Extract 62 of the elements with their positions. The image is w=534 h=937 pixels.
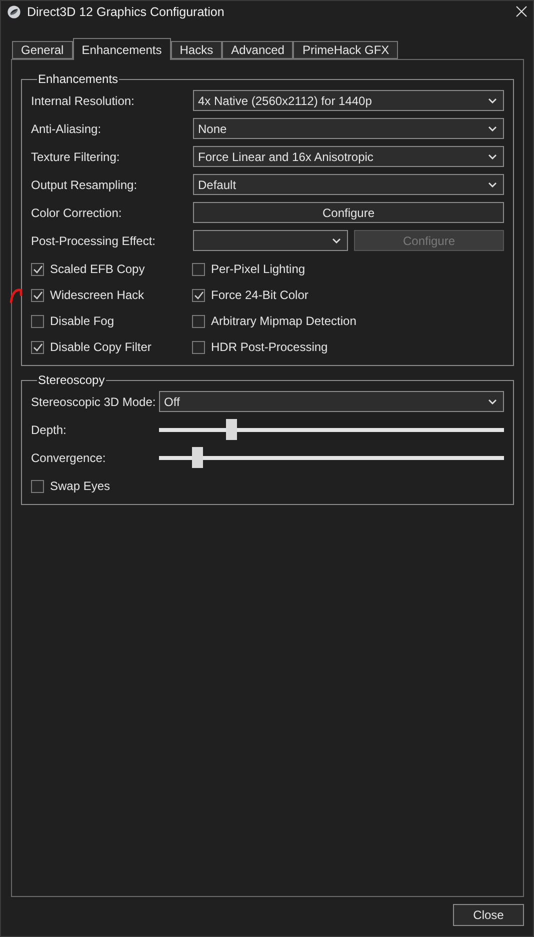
field-label: Post-Processing Effect: (31, 234, 156, 248)
chevron-down-icon (488, 398, 497, 404)
chevron-down-icon (488, 126, 497, 132)
dropdown[interactable]: Force Linear and 16x Anisotropic (193, 146, 504, 167)
checkbox-label: Scaled EFB Copy (50, 262, 145, 276)
checkbox-label: Per-Pixel Lighting (211, 262, 306, 276)
window-title: Direct3D 12 Graphics Configuration (27, 4, 226, 18)
checkbox[interactable]: Force 24-Bit Color (192, 286, 504, 304)
dropdown-value: Default (198, 178, 236, 192)
group-title: Stereoscopy (37, 373, 106, 387)
dropdown[interactable]: Off (159, 391, 504, 412)
field-label: Anti-Aliasing: (31, 122, 102, 136)
checkbox-label: Widescreen Hack (50, 288, 144, 302)
checkbox-label: Force 24-Bit Color (211, 288, 308, 302)
field-label: Internal Resolution: (31, 94, 136, 108)
checkmark-icon (32, 290, 42, 300)
dropdown[interactable]: Default (193, 174, 504, 195)
checkbox[interactable]: Per-Pixel Lighting (192, 260, 504, 278)
checkmark-icon (194, 290, 204, 300)
field-label: Depth: (31, 422, 68, 436)
checkbox[interactable]: Swap Eyes (31, 477, 504, 495)
checkmark-icon (32, 342, 42, 352)
field-label: Color Correction: (31, 206, 123, 220)
chevron-down-icon (488, 182, 497, 188)
checkmark-icon (32, 264, 42, 274)
checkbox-label: Disable Copy Filter (50, 340, 152, 354)
checkbox[interactable]: Arbitrary Mipmap Detection (192, 312, 504, 330)
close-icon[interactable] (516, 6, 527, 17)
checkbox[interactable]: Disable Copy Filter (31, 338, 192, 356)
field-label: Texture Filtering: (31, 150, 121, 164)
tab[interactable]: Enhancements (72, 38, 171, 60)
dropdown-value: Force Linear and 16x Anisotropic (198, 150, 374, 164)
tab[interactable]: General (12, 41, 73, 59)
dropdown-value: Off (164, 394, 180, 408)
tab[interactable]: Advanced (222, 41, 294, 59)
chevron-down-icon (488, 98, 497, 104)
checkbox-label: Arbitrary Mipmap Detection (211, 314, 356, 328)
chevron-down-icon (488, 154, 497, 160)
field-label: Output Resampling: (31, 178, 138, 192)
slider-thumb[interactable] (192, 447, 203, 468)
app-logo-icon (7, 4, 21, 18)
tab[interactable]: Hacks (170, 41, 222, 59)
configure-button[interactable]: Configure (193, 202, 504, 223)
slider-thumb[interactable] (226, 419, 238, 440)
field-label: Convergence: (31, 450, 107, 464)
checkbox[interactable]: HDR Post-Processing (192, 338, 504, 356)
group-title: Enhancements (37, 72, 120, 86)
close-button[interactable]: Close (453, 904, 524, 926)
checkbox-label: Swap Eyes (50, 479, 110, 493)
dropdown-value: 4x Native (2560x2112) for 1440p (198, 94, 372, 108)
field-label: Stereoscopic 3D Mode: (31, 394, 157, 408)
dropdown[interactable]: 4x Native (2560x2112) for 1440p (193, 90, 504, 111)
checkbox-label: Disable Fog (50, 314, 114, 328)
chevron-down-icon (332, 238, 341, 244)
checkbox-label: HDR Post-Processing (211, 340, 328, 354)
dropdown-value: None (198, 122, 227, 136)
dropdown[interactable] (193, 230, 348, 251)
checkbox[interactable]: Disable Fog (31, 312, 192, 330)
tab[interactable]: PrimeHack GFX (293, 41, 398, 59)
checkbox[interactable]: Widescreen Hack (31, 286, 192, 304)
checkbox[interactable]: Scaled EFB Copy (31, 260, 192, 278)
dropdown[interactable]: None (193, 118, 504, 139)
